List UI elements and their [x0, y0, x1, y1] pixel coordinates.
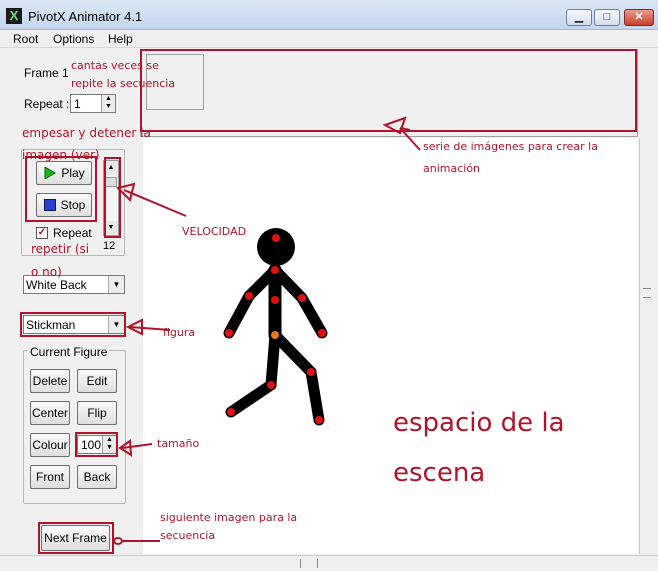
size-highlight-box	[75, 432, 118, 457]
joint-handle	[298, 294, 306, 302]
next-frame-annotation: siguiente imagen para la secuencia	[160, 511, 298, 542]
play-annotation: empesar y detener la imagen (ver)	[22, 126, 151, 162]
figure-annotation: figura	[163, 326, 196, 339]
joint-handle	[227, 408, 235, 416]
stickman-right-forearm	[296, 292, 328, 339]
figure-highlight-box	[20, 312, 126, 337]
joint-handle	[318, 329, 326, 337]
stickman-right-thigh	[269, 329, 317, 378]
stickman-right-shin	[305, 366, 325, 426]
next-frame-highlight-box	[38, 522, 114, 554]
scene-annotation-line1: espacio de la	[393, 408, 565, 438]
stickman-head	[257, 228, 295, 266]
repeat-toggle-annotation: repetir (si o no)	[31, 242, 90, 279]
joint-handle	[307, 368, 315, 376]
strip-annotation: serie de imágenes para crear la animació…	[423, 140, 598, 175]
joint-handle	[271, 266, 279, 274]
joint-handle	[272, 234, 280, 242]
stickman-left-thigh	[265, 329, 281, 391]
next-arrow-tail	[113, 537, 123, 545]
scene-annotation-line2: escena	[393, 458, 486, 488]
repeat-annotation: cantas veces se repite la secuencia	[71, 59, 176, 90]
speed-arrow-line	[123, 189, 187, 217]
speed-highlight-box	[104, 157, 121, 238]
play-stop-highlight-box	[25, 156, 97, 222]
speed-annotation: VELOCIDAD	[182, 225, 247, 238]
joint-handle	[267, 381, 275, 389]
stickman-left-forearm	[223, 290, 255, 339]
joint-handle	[225, 329, 233, 337]
strip-highlight-box	[140, 49, 637, 132]
stickman-left-shin	[225, 379, 277, 418]
stickman-figure	[223, 263, 328, 426]
joint-root-handle	[271, 331, 279, 339]
joint-handle	[245, 292, 253, 300]
size-annotation: tamaño	[157, 437, 200, 450]
joint-handle	[315, 416, 323, 424]
joint-handle	[271, 296, 279, 304]
